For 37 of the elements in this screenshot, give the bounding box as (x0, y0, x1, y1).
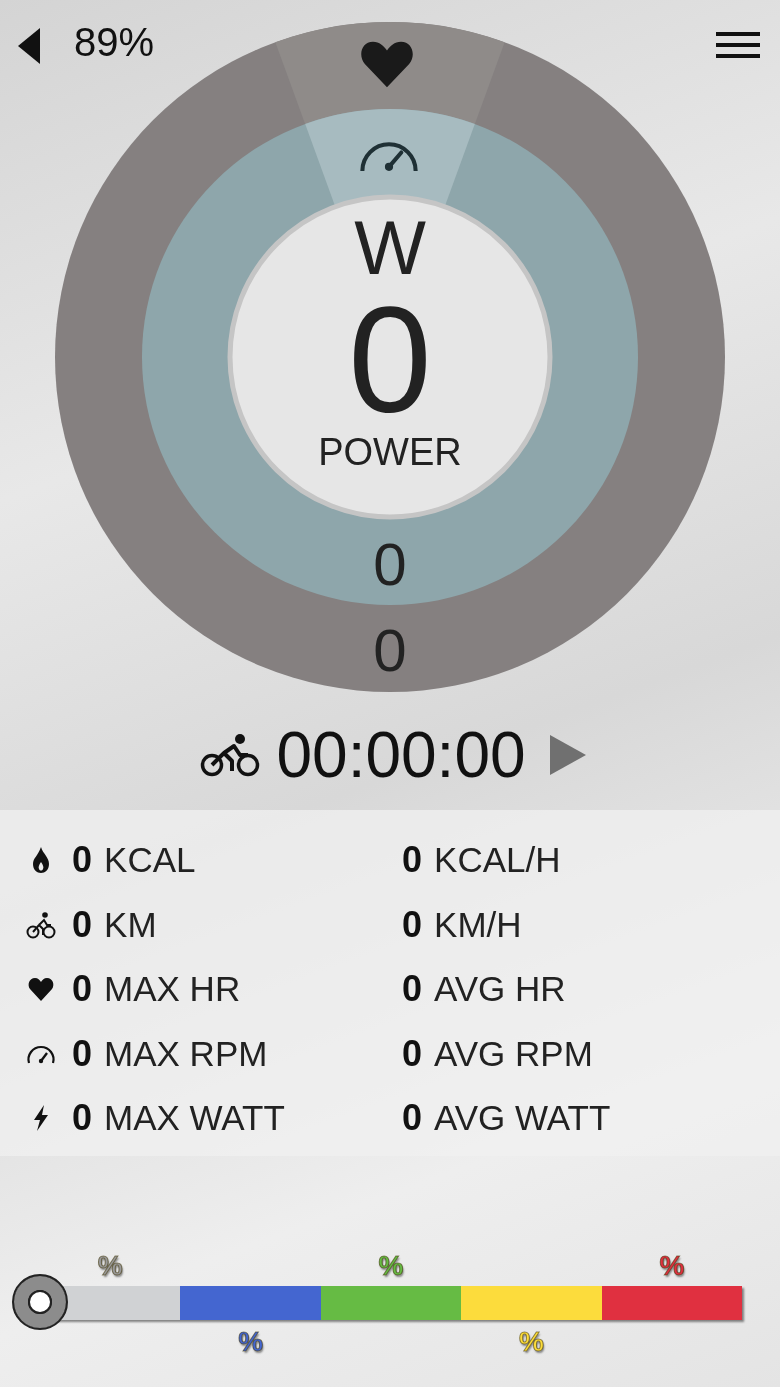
cyclist-icon (26, 909, 56, 940)
stat-label: KCAL (104, 840, 196, 881)
stat-value: 0 (72, 903, 93, 946)
stat-value: 0 (72, 1032, 93, 1075)
menu-icon[interactable] (716, 30, 760, 60)
stat-label: AVG WATT (434, 1098, 611, 1139)
stat-value: 0 (402, 1032, 423, 1075)
stat-label: MAX RPM (104, 1033, 268, 1074)
elapsed-time: 00:00:00 (276, 719, 526, 791)
power-label: POWER (317, 430, 463, 474)
power-unit: W (353, 206, 427, 290)
stat-label: AVG HR (434, 969, 566, 1010)
stat-value: 0 (72, 1097, 93, 1140)
zone-percent: % (97, 1250, 123, 1282)
stat-value: 0 (72, 968, 93, 1011)
stat-label: MAX HR (104, 969, 241, 1010)
zone-percent: % (378, 1250, 404, 1282)
back-icon[interactable] (16, 26, 42, 66)
battery-level: 89% (74, 20, 155, 64)
zone-percent: % (518, 1326, 544, 1358)
zone-percent: % (238, 1326, 264, 1358)
stat-value: 0 (402, 1097, 423, 1140)
cyclist-icon (200, 733, 261, 777)
heart-rate-reading: 0 (372, 618, 408, 684)
slider-thumb[interactable] (12, 1274, 68, 1330)
stat-label: MAX WATT (104, 1098, 285, 1139)
stat-label: KM (104, 904, 157, 945)
play-icon[interactable] (547, 733, 588, 777)
zone-percent: % (659, 1250, 685, 1282)
stat-label: KCAL/H (434, 840, 561, 881)
stat-value: 0 (402, 839, 423, 882)
stat-value: 0 (72, 839, 93, 882)
stat-label: KM/H (434, 904, 522, 945)
stat-label: AVG RPM (434, 1033, 593, 1074)
stat-value: 0 (402, 903, 423, 946)
stat-value: 0 (402, 968, 423, 1011)
cadence-reading: 0 (372, 532, 408, 598)
